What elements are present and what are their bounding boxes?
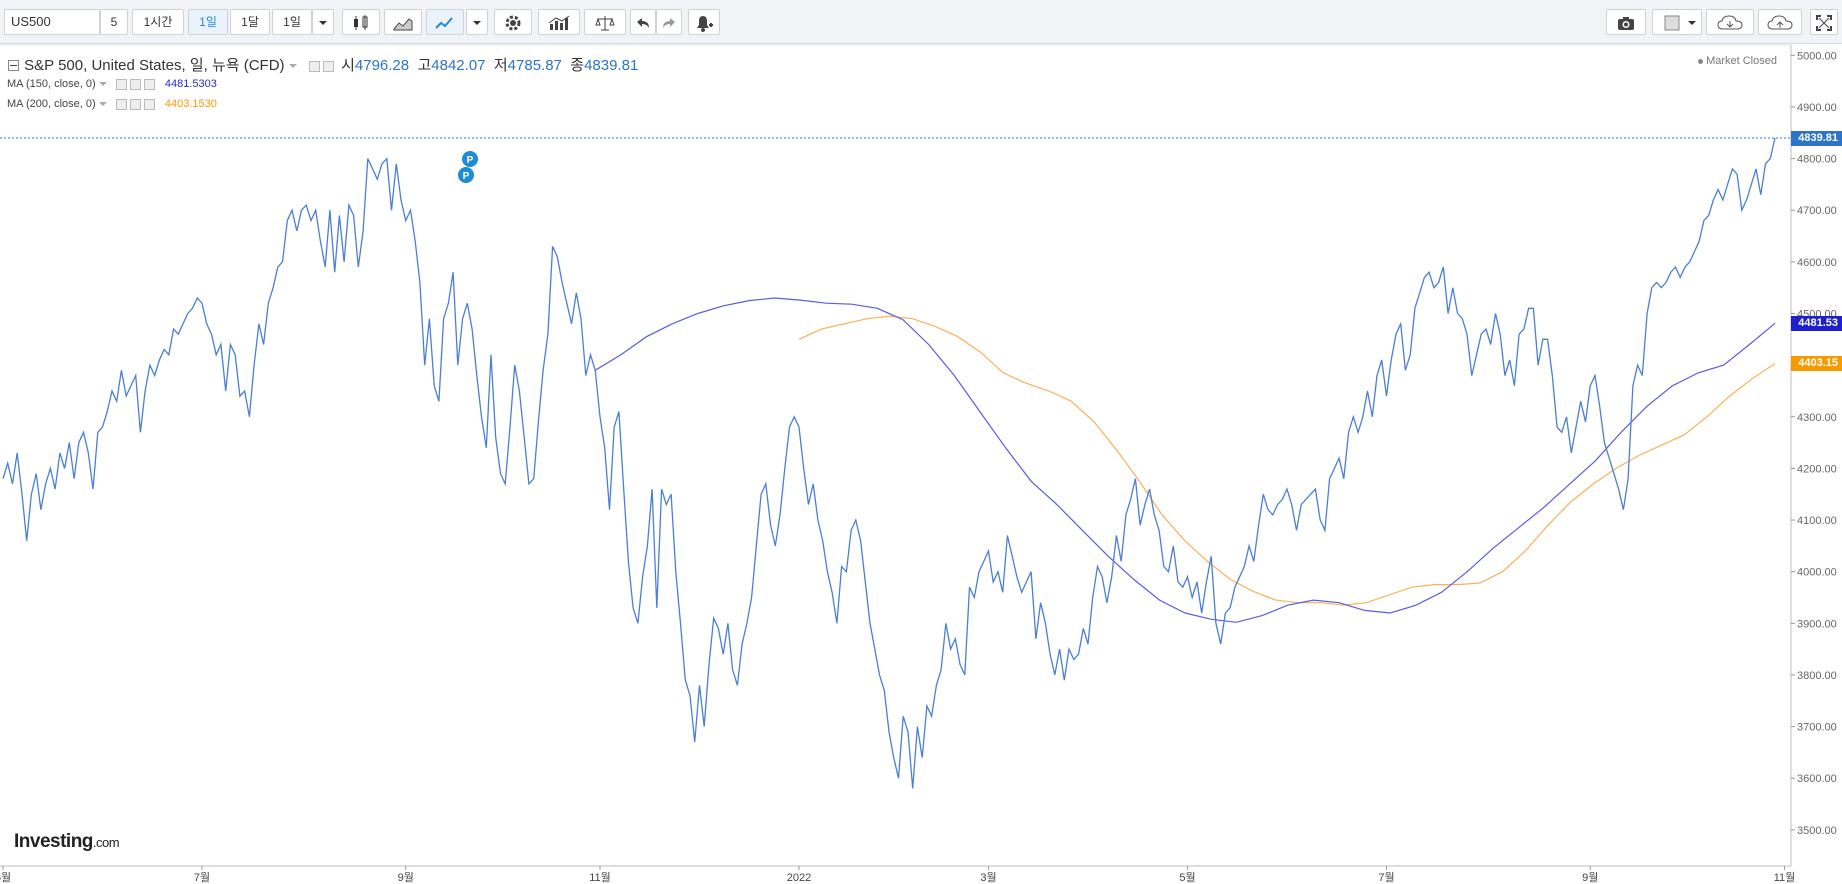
close-label: 종 (570, 57, 585, 74)
chevron-down-icon[interactable] (98, 81, 107, 87)
x-tick-label: 5월 (1179, 871, 1195, 884)
settings-icon[interactable] (115, 98, 127, 110)
brand-suffix: .com (92, 835, 120, 850)
close-value: 4839.81 (584, 57, 639, 74)
brand-name: Investing (14, 831, 93, 852)
chevron-down-icon[interactable] (288, 63, 297, 69)
ma200-legend: MA (200, close, 0) 4403.1530 (7, 98, 217, 110)
price-chart[interactable]: P P 5000.00 4900.00 4800.00 4700.00 4600.00 4… (0, 0, 1842, 884)
x-tick-label: 3월 (980, 871, 996, 884)
y-tick-label: 4700.00 (1797, 205, 1837, 217)
market-status: Market Closed (1698, 55, 1777, 67)
x-axis-ticks: 5월7월9월11월20223월5월7월9월11월20233월5월7월9월11월2… (0, 866, 1796, 884)
ma200-price-tag: 4403.15 (1791, 356, 1842, 371)
y-tick-label: 3700.00 (1797, 722, 1837, 734)
market-status-text: Market Closed (1706, 55, 1777, 67)
ma200-label[interactable]: MA (200, close, 0) (7, 98, 96, 110)
collapse-icon[interactable] (8, 60, 20, 72)
instrument-title[interactable]: S&P 500, United States, 일, 뉴욕 (CFD) (24, 57, 284, 74)
low-label: 저 (493, 57, 508, 74)
y-tick-label: 4300.00 (1797, 412, 1837, 424)
open-value: 4796.28 (354, 57, 410, 74)
x-tick-label: 7월 (1378, 871, 1394, 884)
investing-logo[interactable]: Investing.com (14, 831, 120, 853)
y-tick-label: 3800.00 (1797, 670, 1837, 682)
ma150-value: 4481.5303 (164, 78, 217, 90)
settings-icon[interactable] (308, 60, 320, 72)
high-label: 고 (417, 57, 432, 74)
hide-icon[interactable] (129, 78, 141, 90)
event-marker-2[interactable]: P (458, 167, 474, 183)
low-value: 4785.87 (507, 57, 562, 74)
y-tick-label: 4600.00 (1797, 257, 1837, 269)
y-tick-label: 3600.00 (1797, 773, 1837, 785)
ma150-label[interactable]: MA (150, close, 0) (7, 78, 96, 90)
ma150-line (594, 297, 1776, 623)
hide-icon[interactable] (129, 98, 141, 110)
x-tick-label: 11월 (589, 871, 611, 884)
close-icon[interactable] (143, 78, 155, 90)
y-tick-label: 3900.00 (1797, 618, 1837, 630)
x-tick-label: 11월 (1774, 871, 1796, 884)
price-line (2, 137, 1776, 789)
svg-text:P: P (463, 171, 470, 182)
event-marker-1[interactable]: P (462, 151, 478, 167)
close-icon[interactable] (143, 98, 155, 110)
status-dot-icon (1698, 58, 1703, 64)
high-value: 4842.07 (431, 57, 486, 74)
y-tick-label: 4100.00 (1797, 515, 1837, 527)
y-tick-label: 4000.00 (1797, 567, 1837, 579)
chevron-down-icon[interactable] (98, 101, 107, 107)
svg-text:P: P (467, 155, 474, 166)
x-tick-label: 9월 (398, 871, 414, 884)
ma150-price-tag: 4481.53 (1791, 315, 1842, 331)
chart-legend: S&P 500, United States, 일, 뉴욕 (CFD) 시479… (8, 54, 638, 75)
settings-icon[interactable] (115, 78, 127, 90)
ma150-legend: MA (150, close, 0) 4481.5303 (7, 78, 217, 90)
x-tick-label: 9월 (1582, 871, 1598, 884)
y-tick-label: 4900.00 (1797, 102, 1837, 114)
y-tick-label: 4800.00 (1797, 154, 1837, 166)
y-tick-label: 5000.00 (1797, 50, 1837, 62)
ma200-value: 4403.1530 (164, 98, 217, 110)
x-tick-label: 7월 (194, 871, 210, 884)
x-tick-label: 5월 (0, 871, 11, 884)
open-label: 시 (341, 57, 355, 74)
x-tick-label: 2022 (787, 872, 811, 884)
y-tick-label: 4200.00 (1797, 463, 1837, 475)
y-axis-ticks: 5000.004900.004800.004700.004600.004500.… (1791, 50, 1837, 837)
last-price-tag: 4839.81 (1791, 130, 1842, 146)
y-tick-label: 3500.00 (1797, 825, 1837, 837)
hide-icon[interactable] (322, 60, 334, 72)
